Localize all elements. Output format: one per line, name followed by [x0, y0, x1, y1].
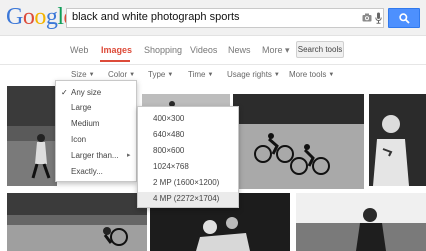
size-option-large[interactable]: Large: [56, 101, 136, 115]
larger-than-option-highlighted[interactable]: 4 MP (2272×1704): [138, 192, 238, 207]
size-option-exactly[interactable]: Exactly...: [56, 165, 136, 179]
tab-images[interactable]: Images: [101, 45, 132, 55]
tool-time-label: Time: [188, 70, 206, 79]
tab-web[interactable]: Web: [70, 45, 88, 55]
larger-than-option-label: 4 MP (2272×1704): [153, 194, 220, 203]
size-option-label: Large: [71, 103, 92, 112]
size-option-larger-than[interactable]: Larger than... ▸: [56, 149, 136, 163]
chevron-down-icon: ▼: [207, 72, 214, 78]
size-option-any-size[interactable]: ✓ Any size: [56, 86, 136, 100]
larger-than-option[interactable]: 2 MP (1600×1200): [138, 176, 238, 190]
google-logo[interactable]: Google: [6, 4, 74, 30]
image-result[interactable]: [233, 94, 364, 189]
image-result[interactable]: [296, 193, 426, 251]
tool-color[interactable]: Color ▼: [108, 70, 135, 79]
size-option-label: Medium: [71, 119, 100, 128]
size-option-medium[interactable]: Medium: [56, 117, 136, 131]
size-option-label: Any size: [71, 88, 102, 97]
tool-usage-rights[interactable]: Usage rights ▼: [227, 70, 280, 79]
search-button[interactable]: [388, 8, 420, 28]
search-type-tabs: Web Images Shopping Videos News More ▾: [0, 36, 426, 62]
tool-usage-rights-label: Usage rights: [227, 70, 272, 79]
search-input[interactable]: black and white photograph sports: [66, 8, 384, 28]
size-option-label: Larger than...: [71, 151, 119, 160]
search-query-text: black and white photograph sports: [72, 11, 240, 23]
larger-than-option-label: 400×300: [153, 114, 185, 123]
larger-than-option[interactable]: 800×600: [138, 144, 238, 158]
tab-videos[interactable]: Videos: [190, 45, 217, 55]
tool-more-tools-label: More tools: [289, 70, 327, 79]
search-icon: [399, 13, 410, 24]
larger-than-option[interactable]: 400×300: [138, 112, 238, 126]
logo-letter: o: [34, 4, 46, 30]
microphone-icon[interactable]: [375, 12, 382, 24]
logo-letter: G: [6, 4, 23, 30]
larger-than-submenu: 400×300 640×480 800×600 1024×768 2 MP (1…: [137, 106, 239, 208]
size-option-label: Exactly...: [71, 167, 103, 176]
larger-than-option-label: 2 MP (1600×1200): [153, 178, 220, 187]
size-option-icon[interactable]: Icon: [56, 133, 136, 147]
tab-more[interactable]: More ▾: [262, 45, 290, 56]
chevron-right-icon: ▸: [127, 152, 131, 159]
tool-more-tools[interactable]: More tools ▼: [289, 70, 334, 79]
logo-letter: g: [45, 4, 58, 30]
tab-shopping[interactable]: Shopping: [144, 45, 182, 55]
tool-color-label: Color: [108, 70, 128, 79]
header-bar: Google black and white photograph sports: [0, 0, 426, 36]
image-result[interactable]: [7, 193, 147, 251]
tool-type-label: Type: [148, 70, 166, 79]
larger-than-option-label: 800×600: [153, 146, 185, 155]
size-menu: ✓ Any size Large Medium Icon Larger than…: [55, 80, 137, 182]
chevron-down-icon: ▼: [88, 72, 95, 78]
size-option-label: Icon: [71, 135, 87, 144]
tool-size[interactable]: Size ▼: [71, 70, 95, 79]
chevron-down-icon: ▼: [273, 72, 280, 78]
larger-than-option[interactable]: 1024×768: [138, 160, 238, 174]
tool-time[interactable]: Time ▼: [188, 70, 213, 79]
tool-size-label: Size: [71, 70, 87, 79]
check-icon: ✓: [61, 88, 68, 97]
tab-news[interactable]: News: [228, 45, 251, 55]
image-result[interactable]: [369, 94, 426, 186]
chevron-down-icon: ▼: [129, 72, 136, 78]
chevron-down-icon: ▼: [328, 72, 335, 78]
logo-letter: o: [22, 4, 35, 30]
larger-than-option-label: 640×480: [153, 130, 185, 139]
search-tools-button[interactable]: Search tools: [296, 41, 344, 58]
image-result[interactable]: [7, 86, 57, 186]
tool-type[interactable]: Type ▼: [148, 70, 173, 79]
chevron-down-icon: ▼: [167, 72, 174, 78]
camera-icon[interactable]: [362, 13, 372, 22]
larger-than-option[interactable]: 640×480: [138, 128, 238, 142]
tabs-divider: [0, 64, 426, 65]
larger-than-option-label: 1024×768: [153, 162, 189, 171]
active-tab-indicator: [100, 60, 130, 62]
